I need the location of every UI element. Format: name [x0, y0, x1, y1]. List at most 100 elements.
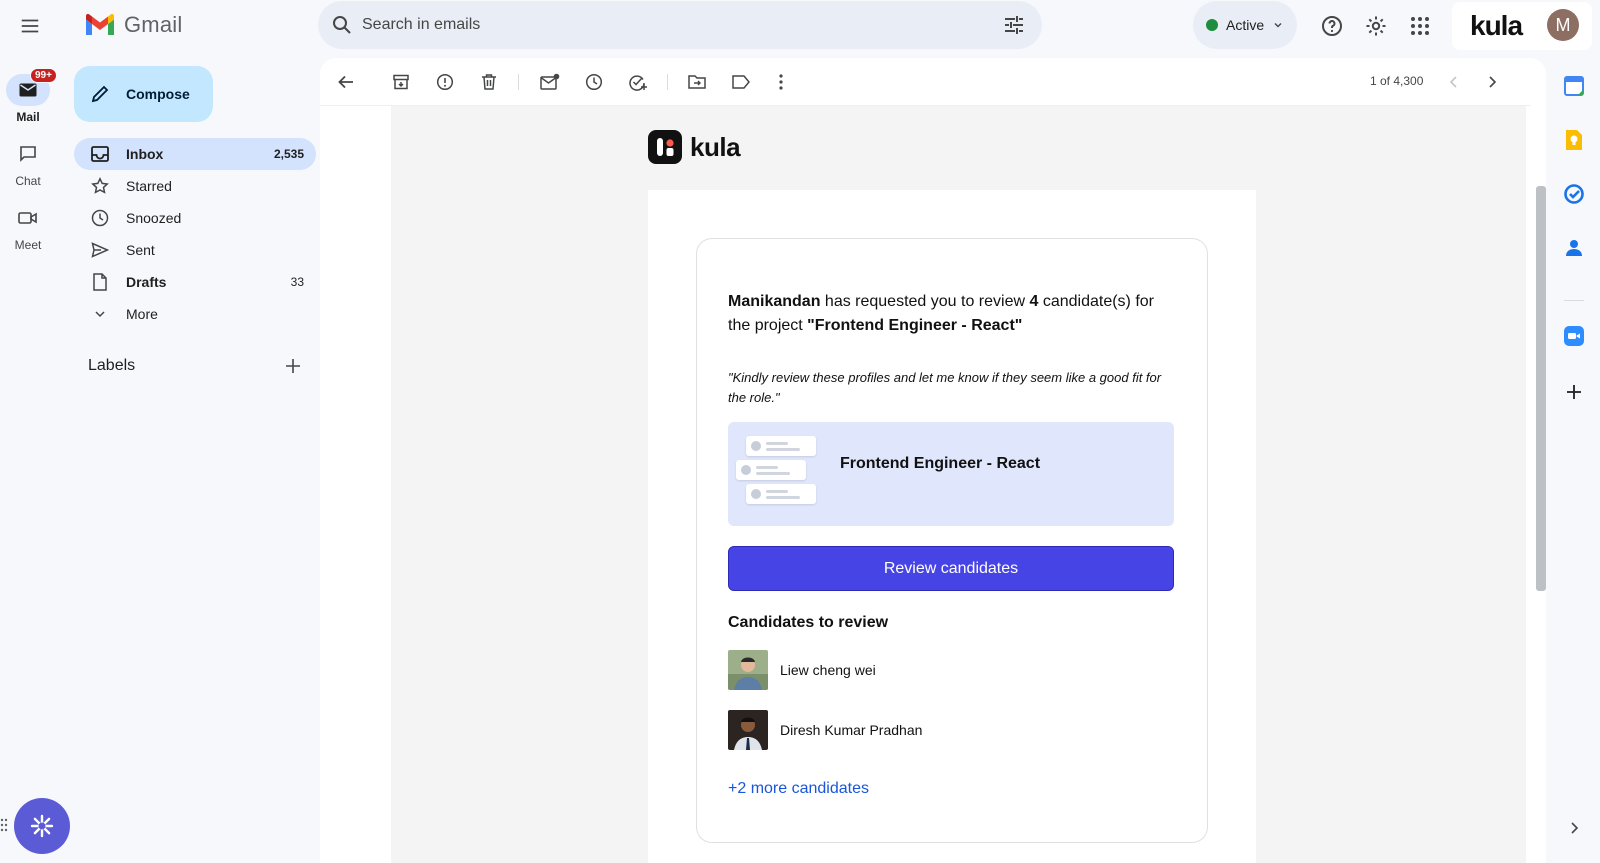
report-icon [436, 73, 454, 91]
report-spam-button[interactable] [425, 62, 465, 102]
review-candidates-button[interactable]: Review candidates [728, 546, 1174, 591]
top-bar: Gmail Search in emails Active kula M [0, 0, 1600, 52]
rail-pill: 99+ [6, 68, 57, 106]
toolbar-divider [667, 74, 668, 90]
org-brand-logo: kula [1470, 10, 1523, 41]
nav-item-drafts[interactable]: Drafts 33 [74, 266, 316, 298]
add-task-icon [629, 75, 647, 91]
archive-button[interactable] [381, 62, 421, 102]
assistant-fab-button[interactable] [14, 798, 70, 854]
label-icon [732, 75, 750, 89]
chevron-down-icon [90, 304, 110, 324]
rail-label: Meet [14, 238, 42, 252]
hide-side-panel-button[interactable] [1562, 816, 1586, 840]
apps-button[interactable] [1400, 6, 1440, 46]
chevron-down-icon [1274, 23, 1282, 28]
hamburger-icon [21, 19, 39, 33]
chat-icon [20, 146, 36, 162]
avatar[interactable]: M [1547, 9, 1579, 41]
candidate-row[interactable]: Diresh Kumar Pradhan [728, 710, 1128, 750]
tasks-icon [1564, 184, 1584, 204]
calendar-app-button[interactable] [1562, 74, 1586, 98]
search-input[interactable]: Search in emails [362, 16, 480, 34]
mark-unread-button[interactable] [530, 62, 570, 102]
candidates-heading: Candidates to review [728, 614, 889, 631]
delete-button[interactable] [469, 62, 509, 102]
keep-app-button[interactable] [1562, 128, 1586, 152]
move-to-button[interactable] [677, 62, 717, 102]
nav-item-starred[interactable]: Starred [74, 170, 316, 202]
rail-item-mail[interactable]: 99+ Mail [0, 68, 57, 124]
star-icon [90, 176, 110, 196]
add-task-button[interactable] [618, 62, 658, 102]
labels-heading: Labels [88, 357, 136, 374]
candidate-row[interactable]: Liew cheng wei [728, 650, 1128, 690]
nav-label: Inbox [126, 146, 164, 162]
get-addons-button[interactable] [1562, 380, 1586, 404]
unread-badge: 99+ [30, 68, 57, 83]
profile-card-illustration [736, 460, 806, 480]
back-button[interactable] [326, 62, 366, 102]
search-icon[interactable] [330, 13, 354, 37]
scrollbar-thumb[interactable] [1536, 186, 1546, 591]
nav-item-inbox[interactable]: Inbox 2,535 [74, 138, 316, 170]
drag-handle-icon[interactable] [0, 818, 8, 832]
chevron-right-icon [1571, 822, 1579, 834]
more-options-button[interactable] [761, 62, 801, 102]
app-name: Gmail [124, 12, 183, 37]
gear-icon [1366, 16, 1386, 36]
contacts-app-button[interactable] [1562, 236, 1586, 260]
nav-item-sent[interactable]: Sent [74, 234, 316, 266]
project-summary-box [728, 422, 1174, 526]
project-title: Frontend Engineer - React [840, 455, 1041, 472]
rail-item-chat[interactable]: Chat [0, 138, 56, 188]
tasks-app-button[interactable] [1562, 182, 1586, 206]
plus-icon [286, 359, 300, 373]
more-candidates-link[interactable]: +2 more candidates [728, 780, 869, 798]
pager-text: 1 of 4,300 [1370, 74, 1424, 88]
labels-button[interactable] [721, 62, 761, 102]
inbox-icon [90, 144, 110, 164]
search-options-icon[interactable] [1002, 13, 1026, 37]
compose-label: Compose [126, 86, 190, 102]
help-icon [1322, 16, 1342, 36]
request-note: "Kindly review these profiles and let me… [728, 370, 1162, 405]
gmail-logo[interactable]: Gmail [84, 12, 182, 38]
clock-icon [90, 208, 110, 228]
mark-unread-icon [540, 73, 560, 90]
kula-wordmark: kula [690, 131, 741, 162]
profile-card-illustration [746, 484, 816, 504]
snooze-button[interactable] [574, 62, 614, 102]
rail-label: Chat [15, 174, 41, 188]
archive-icon [393, 74, 409, 90]
rail-divider [1564, 300, 1584, 301]
project-name: "Frontend Engineer - React" [807, 317, 1023, 334]
rail-pill [6, 138, 50, 170]
status-label: Active [1226, 17, 1265, 33]
move-folder-icon [688, 75, 706, 89]
video-icon [18, 212, 37, 224]
nav-label: Sent [126, 242, 155, 258]
gmail-m-icon [86, 13, 114, 35]
message-toolbar: 1 of 4,300 [320, 58, 1530, 106]
compose-button[interactable]: Compose [74, 66, 213, 122]
older-button[interactable] [1472, 62, 1512, 102]
pencil-icon [91, 85, 109, 103]
apps-grid-icon [1411, 17, 1429, 35]
search-bar[interactable]: Search in emails [318, 1, 1042, 49]
nav-label: Starred [126, 178, 172, 194]
rail-item-meet[interactable]: Meet [0, 202, 56, 252]
request-message: Manikandan has requested you to review 4… [728, 290, 1178, 338]
nav-item-snoozed[interactable]: Snoozed [74, 202, 316, 234]
rail-label: Mail [16, 110, 40, 124]
nav-item-more[interactable]: More [74, 298, 316, 330]
help-button[interactable] [1312, 6, 1352, 46]
status-selector[interactable]: Active [1193, 1, 1297, 49]
newer-button[interactable] [1434, 62, 1474, 102]
zoom-app-button[interactable] [1562, 324, 1586, 348]
keep-icon [1566, 130, 1582, 150]
add-label-button[interactable] [285, 358, 301, 374]
settings-button[interactable] [1356, 6, 1396, 46]
main-menu-button[interactable] [10, 6, 50, 46]
unread-count: 2,535 [273, 147, 304, 161]
